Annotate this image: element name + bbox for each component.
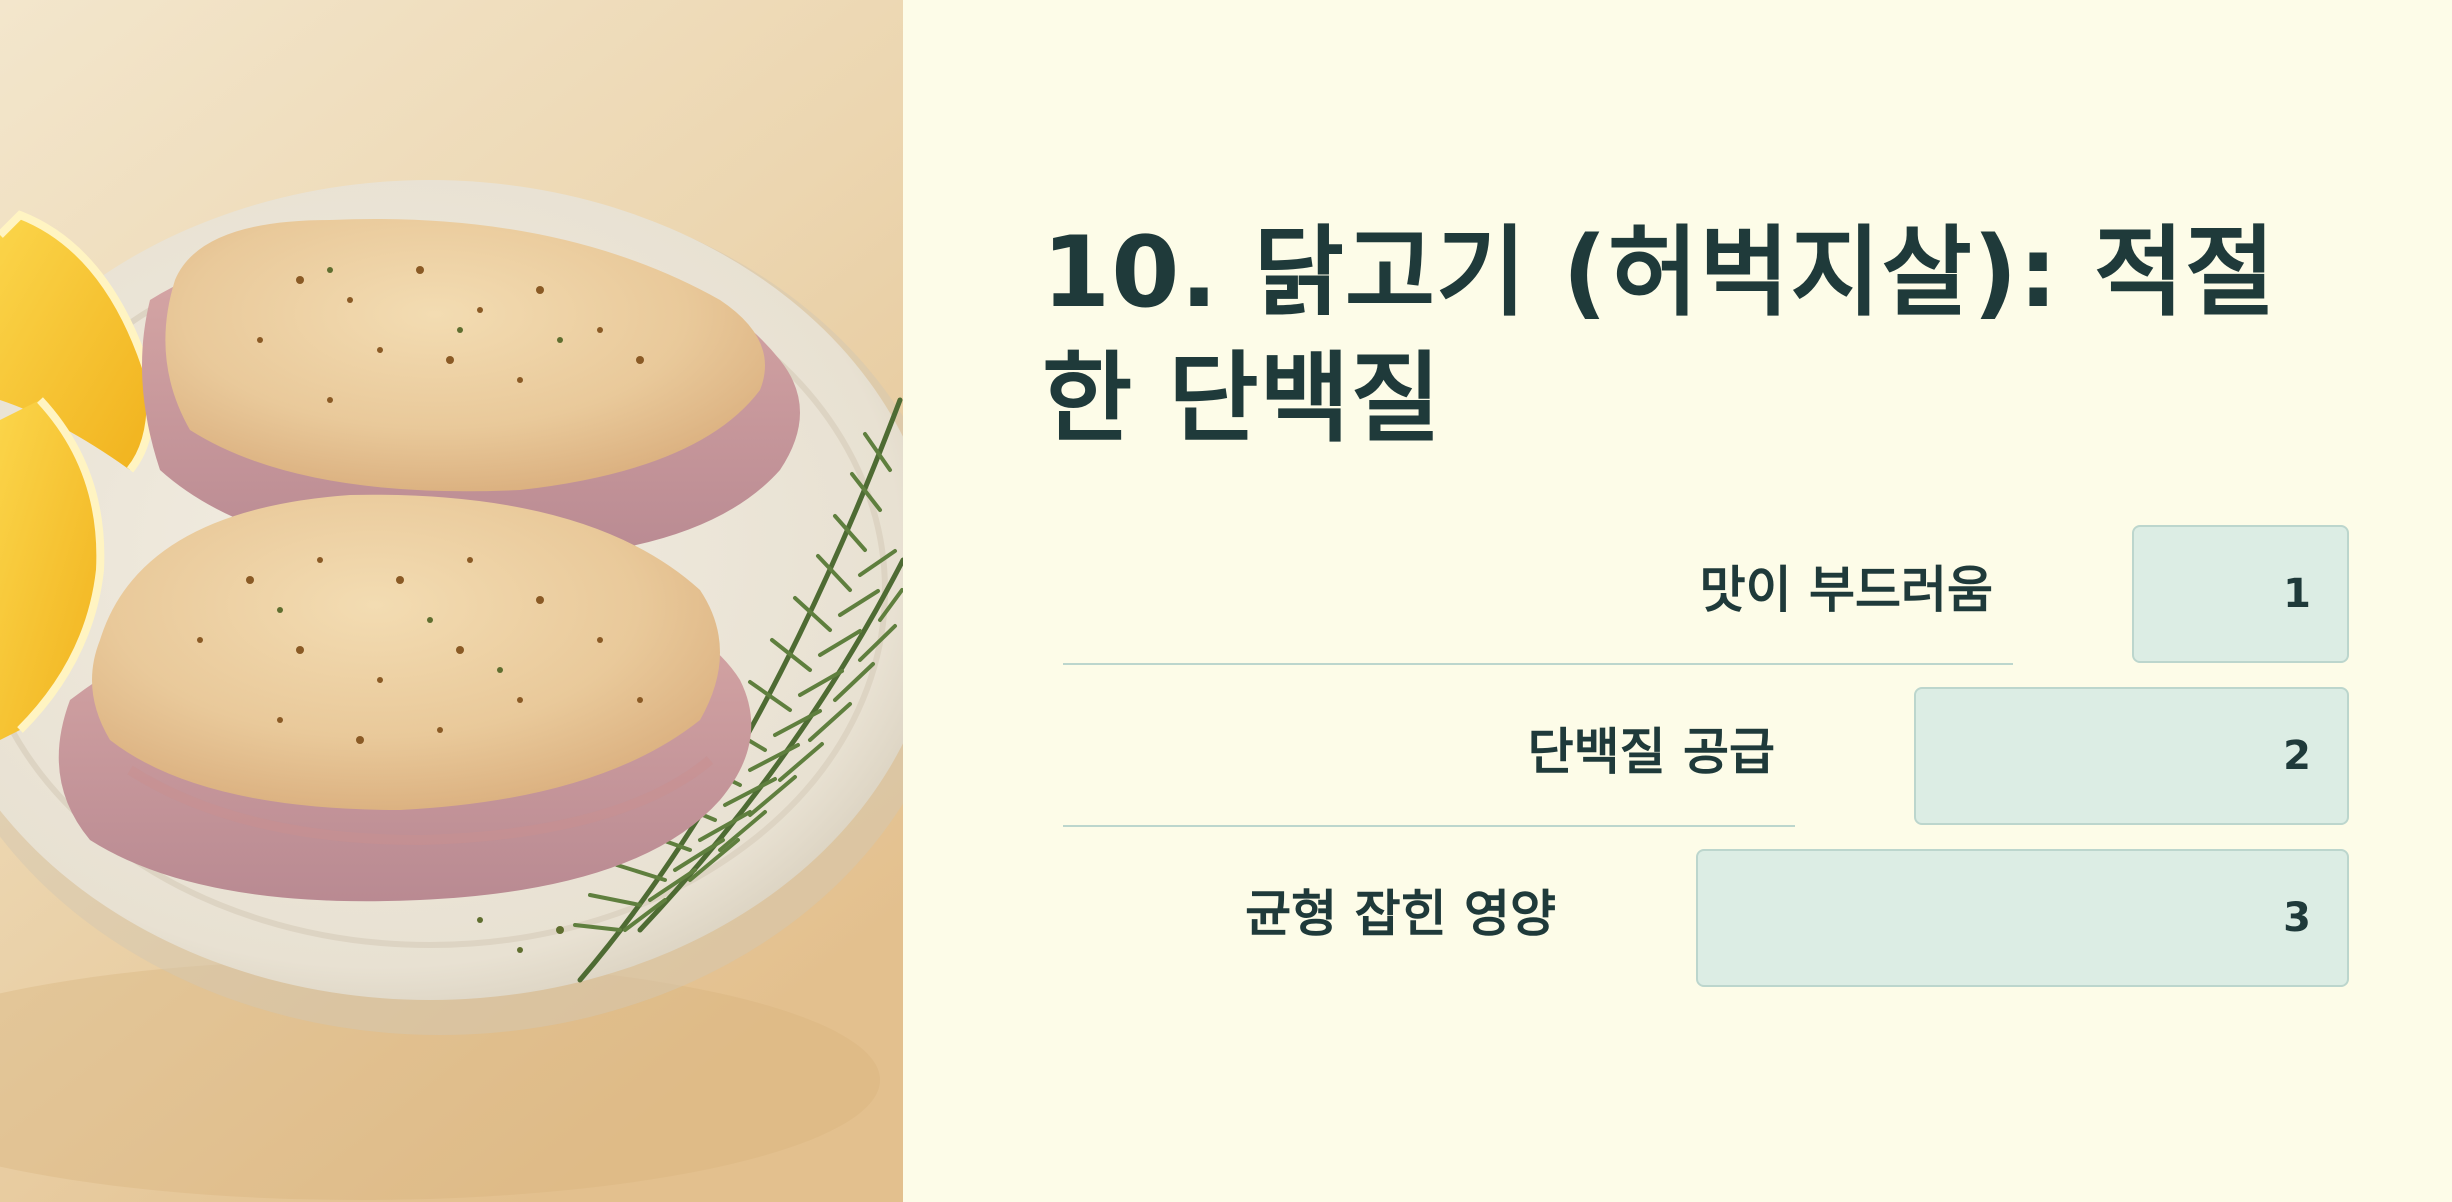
step-1-label: 맛이 부드러움 [1699, 561, 1993, 619]
roasted-chicken-thighs-image [0, 0, 903, 1202]
food-photo [0, 0, 903, 1202]
step-1-underline [1063, 663, 2013, 665]
step-1-box: 1 [2132, 525, 2349, 663]
step-2-number: 2 [2283, 733, 2311, 779]
step-3-number: 3 [2283, 895, 2311, 941]
step-1-number: 1 [2283, 571, 2311, 617]
steps-chart: 맛이 부드러움 1 단백질 공급 2 균형 잡힌 영양 3 [903, 0, 2452, 1202]
step-2-underline [1063, 825, 1795, 827]
step-3-label: 균형 잡힌 영양 [1245, 885, 1556, 943]
step-2-label: 단백질 공급 [1527, 723, 1775, 781]
content-panel: 10. 닭고기 (허벅지살): 적절한 단백질 맛이 부드러움 1 단백질 공급… [903, 0, 2452, 1202]
step-3-box: 3 [1696, 849, 2349, 987]
step-2-box: 2 [1914, 687, 2349, 825]
